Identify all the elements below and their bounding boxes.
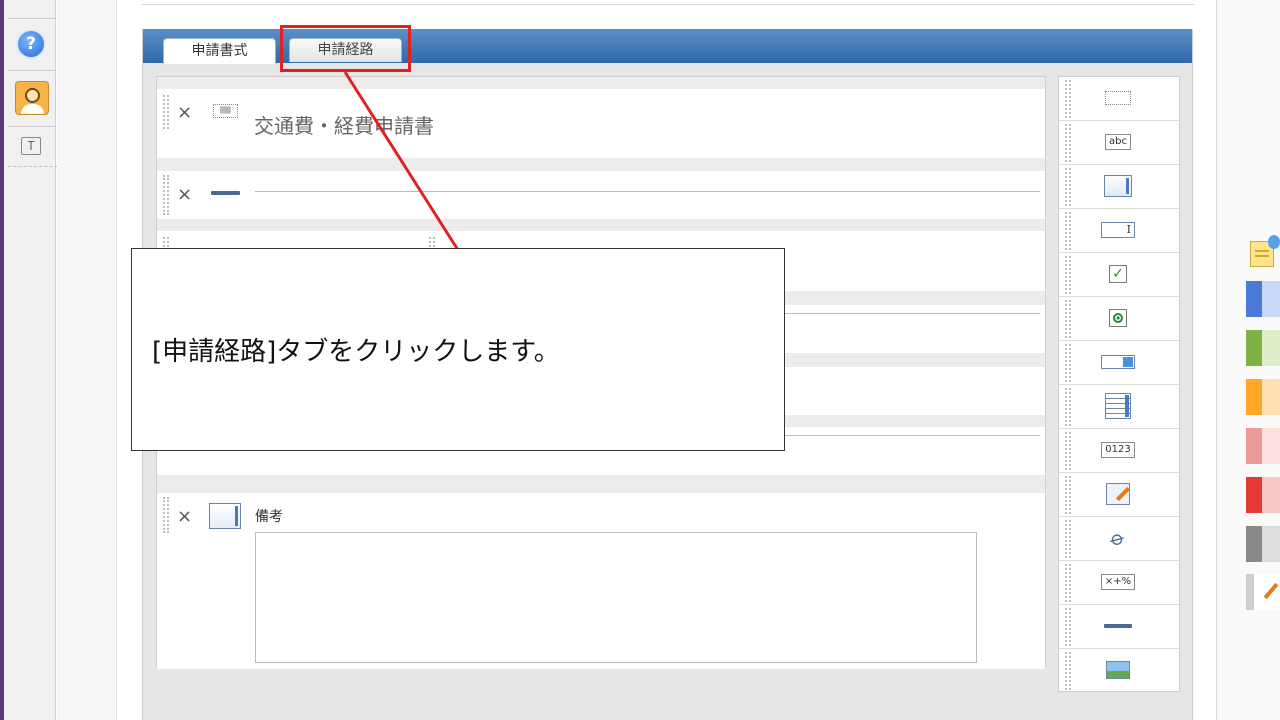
sticky-note-icon[interactable] bbox=[1250, 235, 1280, 267]
toolbar-dashed-divider bbox=[8, 166, 58, 167]
palette-item-rich-text[interactable] bbox=[1059, 473, 1179, 517]
drag-handle[interactable] bbox=[163, 175, 169, 215]
instruction-text: [申請経路]タブをクリックします。 bbox=[152, 337, 560, 367]
palette-item-checkbox[interactable]: ✓ bbox=[1059, 253, 1179, 297]
drag-handle bbox=[1065, 652, 1071, 690]
image-icon bbox=[1099, 659, 1137, 681]
toolbar-divider bbox=[8, 18, 56, 19]
side-tab-pink[interactable] bbox=[1246, 428, 1280, 464]
horizontal-rule bbox=[757, 313, 1040, 314]
field-palette: abc I ✓ 0123 ⌀ ×+% bbox=[1058, 76, 1180, 692]
palette-item-image[interactable] bbox=[1059, 649, 1179, 693]
horizontal-rule bbox=[255, 191, 1040, 192]
number-input-icon: 0123 bbox=[1099, 439, 1137, 461]
pencil-icon[interactable] bbox=[1246, 574, 1280, 610]
palette-item-text-label[interactable] bbox=[1059, 77, 1179, 121]
radio-button-icon bbox=[1099, 307, 1137, 329]
calculation-icon: ×+% bbox=[1099, 571, 1137, 593]
input-field-icon: I bbox=[1099, 219, 1137, 241]
support-agent-icon[interactable] bbox=[15, 81, 49, 115]
left-toolbar: ? T bbox=[4, 0, 58, 720]
drag-handle bbox=[1065, 520, 1071, 558]
remarks-label: 備考 bbox=[255, 509, 283, 525]
text-label-icon bbox=[1099, 87, 1137, 109]
text-tool-icon[interactable]: T bbox=[21, 137, 41, 155]
text-label-icon: ▒▒▒ bbox=[213, 104, 238, 118]
palette-item-radio[interactable] bbox=[1059, 297, 1179, 341]
support-agent-face bbox=[25, 88, 40, 103]
text-input-icon: abc bbox=[1099, 131, 1137, 153]
side-tab-gray[interactable] bbox=[1246, 526, 1280, 562]
palette-item-calculation[interactable]: ×+% bbox=[1059, 561, 1179, 605]
checkbox-icon: ✓ bbox=[1099, 263, 1137, 285]
highlight-box bbox=[280, 25, 411, 72]
question-icon[interactable]: ? bbox=[16, 29, 46, 59]
select-dropdown-icon bbox=[1099, 351, 1137, 373]
palette-item-attachment[interactable]: ⌀ bbox=[1059, 517, 1179, 561]
palette-item-select[interactable] bbox=[1059, 341, 1179, 385]
drag-handle bbox=[1065, 168, 1071, 206]
palette-item-textarea[interactable] bbox=[1059, 165, 1179, 209]
toolbar-divider bbox=[8, 126, 56, 127]
toolbar-divider bbox=[8, 70, 56, 71]
drag-handle bbox=[1065, 80, 1071, 118]
form-title: 交通費・経費申請書 bbox=[254, 114, 434, 138]
drag-handle bbox=[1065, 344, 1071, 382]
header-divider bbox=[142, 4, 1194, 5]
palette-item-text-input[interactable]: abc bbox=[1059, 121, 1179, 165]
side-tab-green[interactable] bbox=[1246, 330, 1280, 366]
palette-item-input-field[interactable]: I bbox=[1059, 209, 1179, 253]
palette-item-separator[interactable] bbox=[1059, 605, 1179, 649]
side-tab-blue[interactable] bbox=[1246, 281, 1280, 317]
delete-row-button[interactable]: × bbox=[177, 186, 192, 204]
textarea-icon bbox=[1099, 175, 1137, 197]
palette-item-list-box[interactable] bbox=[1059, 385, 1179, 429]
drag-handle bbox=[1065, 124, 1071, 162]
rich-text-icon bbox=[1099, 483, 1137, 505]
drag-handle bbox=[1065, 476, 1071, 514]
palette-item-number[interactable]: 0123 bbox=[1059, 429, 1179, 473]
attachment-icon: ⌀ bbox=[1106, 524, 1130, 552]
side-tab-orange[interactable] bbox=[1246, 379, 1280, 415]
delete-row-button[interactable]: × bbox=[177, 508, 192, 526]
left-gutter bbox=[57, 0, 117, 720]
textarea-icon bbox=[209, 503, 241, 529]
instruction-callout: [申請経路]タブをクリックします。 bbox=[131, 248, 785, 451]
drag-handle bbox=[1065, 608, 1071, 646]
drag-handle bbox=[1065, 432, 1071, 470]
delete-row-button[interactable]: × bbox=[177, 104, 192, 122]
drag-handle bbox=[1065, 388, 1071, 426]
drag-handle[interactable] bbox=[163, 497, 169, 533]
drag-handle bbox=[1065, 564, 1071, 602]
form-row-remarks: × 備考 bbox=[157, 493, 1045, 669]
form-row-separator: × bbox=[157, 171, 1045, 219]
list-box-icon bbox=[1099, 393, 1137, 419]
form-row-title: × ▒▒▒ 交通費・経費申請書 bbox=[157, 89, 1045, 158]
drag-handle bbox=[1065, 212, 1071, 250]
remarks-textarea[interactable] bbox=[255, 532, 977, 663]
tab-application-form[interactable]: 申請書式 bbox=[163, 38, 276, 64]
drag-handle bbox=[1065, 256, 1071, 294]
horizontal-rule-icon bbox=[1099, 615, 1137, 637]
drag-handle[interactable] bbox=[163, 95, 169, 129]
horizontal-rule bbox=[757, 435, 1040, 436]
drag-handle bbox=[1065, 300, 1071, 338]
side-tab-red[interactable] bbox=[1246, 477, 1280, 513]
horizontal-rule-icon bbox=[211, 191, 240, 195]
support-agent-body bbox=[21, 104, 44, 114]
